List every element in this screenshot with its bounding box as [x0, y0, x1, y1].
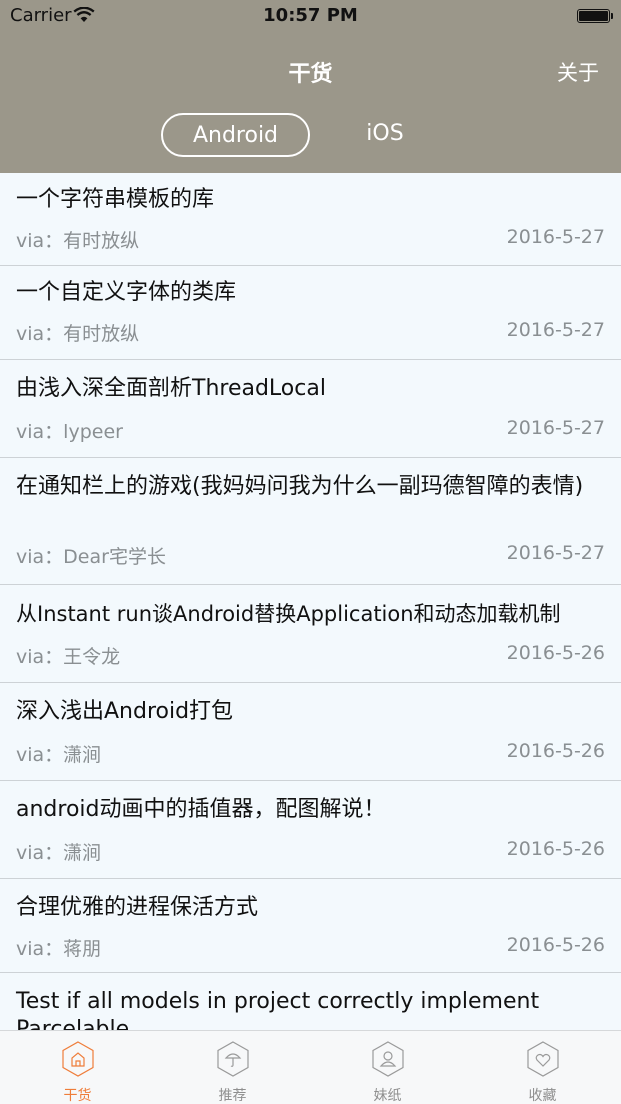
battery-icon	[577, 9, 610, 23]
article-via: via：潇涧	[16, 842, 102, 864]
article-date: 2016-5-27	[506, 417, 605, 439]
page-title: 干货	[288, 62, 333, 87]
segment-android[interactable]: Android	[161, 113, 310, 157]
tab-label: 妹纸	[373, 1088, 402, 1104]
article-date: 2016-5-27	[506, 319, 605, 341]
tab-shoucang[interactable]: 收藏	[465, 1031, 620, 1104]
article-date: 2016-5-26	[506, 642, 605, 664]
article-via: via：王令龙	[16, 646, 121, 668]
about-button[interactable]: 关于	[557, 57, 599, 87]
article-via: via：Dear宅学长	[16, 546, 166, 568]
status-time: 10:57 PM	[263, 5, 358, 26]
navigation-header: Carrier 10:57 PM 干货 关于 Android iOS	[0, 0, 621, 173]
article-title: 在通知栏上的游戏(我妈妈问我为什么一副玛德智障的表情)	[16, 474, 584, 499]
battery-nub	[611, 13, 613, 19]
article-via: via：lypeer	[16, 421, 123, 443]
article-row[interactable]: 一个字符串模板的库 via：有时放纵 2016-5-27	[0, 173, 621, 266]
article-via: via：有时放纵	[16, 230, 140, 252]
tab-label: 收藏	[528, 1088, 557, 1104]
home-icon	[62, 1041, 94, 1077]
article-row[interactable]: 合理优雅的进程保活方式 via：蒋朋 2016-5-26	[0, 879, 621, 973]
article-title: 一个字符串模板的库	[16, 187, 215, 212]
tab-label: 推荐	[218, 1088, 247, 1104]
article-title: android动画中的插值器，配图解说！	[16, 797, 386, 822]
article-row[interactable]: 在通知栏上的游戏(我妈妈问我为什么一副玛德智障的表情) via：Dear宅学长 …	[0, 458, 621, 585]
article-via: via：有时放纵	[16, 323, 140, 345]
article-title: 合理优雅的进程保活方式	[16, 895, 259, 920]
article-via: via：蒋朋	[16, 938, 102, 960]
tab-label: 干货	[63, 1088, 92, 1104]
article-row[interactable]: 一个自定义字体的类库 via：有时放纵 2016-5-27	[0, 266, 621, 360]
article-row[interactable]: 深入浅出Android打包 via：潇涧 2016-5-26	[0, 683, 621, 781]
tab-meizhi[interactable]: 妹纸	[310, 1031, 465, 1104]
article-row[interactable]: android动画中的插值器，配图解说！ via：潇涧 2016-5-26	[0, 781, 621, 879]
tab-ganhuo[interactable]: 干货	[0, 1031, 155, 1104]
article-title: 从Instant run谈Android替换Application和动态加载机制	[16, 602, 561, 626]
article-row[interactable]: 从Instant run谈Android替换Application和动态加载机制…	[0, 585, 621, 683]
article-title: 由浅入深全面剖析ThreadLocal	[16, 376, 326, 401]
article-list[interactable]: 一个字符串模板的库 via：有时放纵 2016-5-27 一个自定义字体的类库 …	[0, 173, 621, 1030]
article-row[interactable]: Test if all models in project correctly …	[0, 973, 621, 1030]
article-date: 2016-5-26	[506, 934, 605, 956]
article-via: via：潇涧	[16, 744, 102, 766]
person-icon	[372, 1041, 404, 1077]
umbrella-icon	[217, 1041, 249, 1077]
heart-icon	[527, 1041, 559, 1077]
article-row[interactable]: 由浅入深全面剖析ThreadLocal via：lypeer 2016-5-27	[0, 360, 621, 458]
article-title: Test if all models in project correctly …	[16, 989, 540, 1030]
segment-ios[interactable]: iOS	[318, 113, 452, 157]
article-date: 2016-5-27	[506, 542, 605, 564]
tab-tuijian[interactable]: 推荐	[155, 1031, 310, 1104]
article-title: 一个自定义字体的类库	[16, 280, 237, 305]
article-date: 2016-5-26	[506, 838, 605, 860]
tab-bar: 干货 推荐 妹纸 收藏	[0, 1030, 621, 1104]
article-title: 深入浅出Android打包	[16, 699, 234, 724]
article-date: 2016-5-26	[506, 740, 605, 762]
article-date: 2016-5-27	[506, 226, 605, 248]
status-bar: Carrier 10:57 PM	[0, 0, 621, 32]
